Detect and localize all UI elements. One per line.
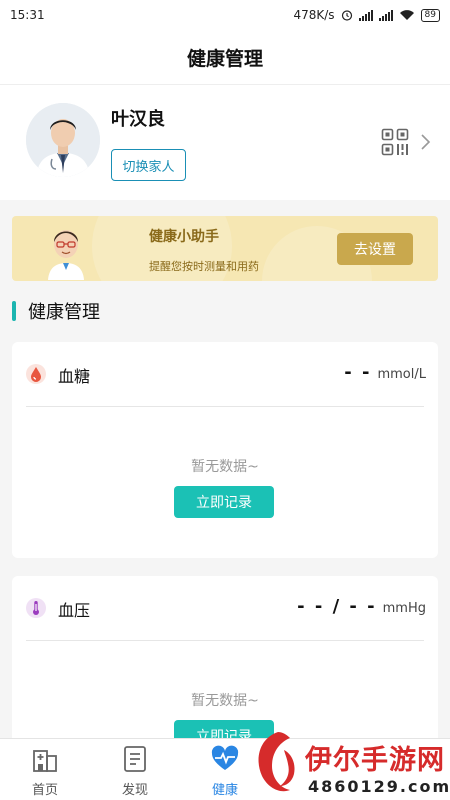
doctor-cartoon-icon [48, 230, 84, 280]
tab-discover[interactable]: 发现 [100, 739, 170, 800]
record-now-button[interactable]: 立即记录 [174, 486, 274, 518]
signal-icon [358, 9, 373, 21]
card-value: - - mmol/L [344, 362, 426, 383]
value-unit: mmol/L [377, 367, 426, 382]
net-speed: 478K/s [293, 8, 335, 22]
doctor-avatar-icon [26, 103, 100, 177]
page-title: 健康管理 [0, 30, 450, 84]
empty-state-text: 暂无数据~ [191, 693, 259, 709]
assistant-title: 健康小助手 [149, 229, 219, 245]
watermark: 伊尔手游网 4860129.com [250, 728, 450, 800]
card-title: 血压 [58, 601, 91, 620]
status-time: 15:31 [10, 8, 45, 22]
thermometer-icon [26, 598, 46, 618]
watermark-number: 4860129.com [308, 777, 450, 796]
divider [26, 640, 424, 641]
alarm-icon [341, 10, 352, 21]
heart-pulse-icon [211, 745, 239, 770]
hospital-icon [33, 750, 57, 772]
status-bar: 15:31 478K/s 89 [0, 0, 450, 30]
chevron-right-icon[interactable] [420, 133, 432, 151]
status-indicators: 478K/s 89 [293, 8, 440, 22]
watermark-logo-icon [258, 732, 295, 792]
profile-card[interactable]: 叶汉良 切换家人 [0, 84, 450, 200]
tab-label: 首页 [31, 783, 58, 798]
card-value: - - / - - mmHg [297, 596, 426, 617]
card-header: 血糖 - - mmol/L [12, 342, 438, 406]
value-placeholder: - - / - - [297, 596, 377, 617]
card-title: 血糖 [58, 367, 91, 386]
value-unit: mmHg [382, 601, 426, 616]
blood-drop-icon [26, 364, 46, 384]
blood-sugar-card[interactable]: 血糖 - - mmol/L 暂无数据~ 立即记录 [12, 342, 438, 558]
qr-code-icon[interactable] [381, 128, 409, 156]
battery-icon: 89 [420, 8, 440, 22]
avatar[interactable] [26, 103, 100, 177]
watermark-name: 伊尔手游网 [305, 745, 445, 776]
wifi-icon [399, 10, 414, 20]
tab-label: 发现 [121, 783, 148, 798]
divider [26, 406, 424, 407]
go-settings-button[interactable]: 去设置 [337, 233, 413, 265]
switch-family-button[interactable]: 切换家人 [111, 149, 186, 181]
section-header: 健康管理 [12, 300, 100, 323]
card-header: 血压 - - / - - mmHg [12, 576, 438, 640]
assistant-subtitle: 提醒您按时测量和用药 [149, 260, 259, 273]
tab-home[interactable]: 首页 [10, 739, 80, 800]
signal-icon-2 [378, 9, 393, 21]
section-title: 健康管理 [28, 302, 100, 323]
section-accent-bar [12, 301, 16, 321]
empty-state-text: 暂无数据~ [191, 459, 259, 475]
health-assistant-banner[interactable]: 健康小助手 提醒您按时测量和用药 去设置 [12, 216, 438, 281]
value-placeholder: - - [344, 362, 372, 383]
document-icon [124, 746, 146, 772]
profile-name: 叶汉良 [111, 109, 165, 130]
